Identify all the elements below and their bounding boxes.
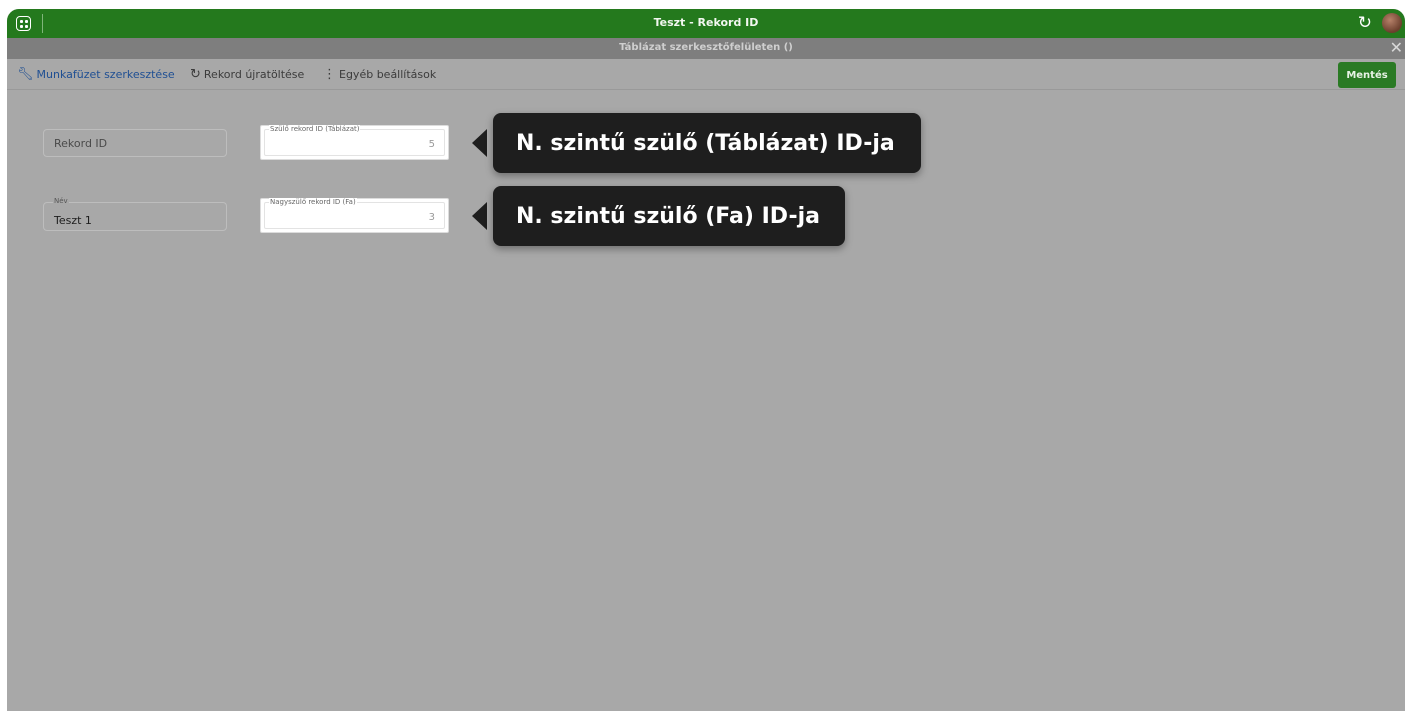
callout-arrow-parent: [472, 129, 487, 157]
edit-workbook-label: Munkafüzet szerkesztése: [36, 68, 175, 81]
avatar[interactable]: [1382, 13, 1402, 33]
close-icon[interactable]: ✕: [1390, 39, 1403, 57]
dialog-title: Táblázat szerkesztőfelületen (): [619, 42, 793, 53]
save-button[interactable]: Mentés: [1338, 62, 1396, 88]
name-field[interactable]: Név Teszt 1: [43, 197, 227, 231]
edit-workbook-button[interactable]: 🔧︎ Munkafüzet szerkesztése: [17, 68, 175, 81]
wrench-icon: 🔧︎: [17, 67, 34, 82]
reload-record-button[interactable]: ↻ Rekord újratöltése: [190, 68, 304, 81]
parent-record-id-input: [264, 129, 445, 156]
app-window: Teszt - Rekord ID ↻ Táblázat szerkesztőf…: [7, 9, 1405, 711]
parent-record-id-field[interactable]: Szülő rekord ID (Táblázat) 5: [260, 125, 449, 160]
name-field-label: Név: [53, 197, 69, 205]
record-id-field[interactable]: Rekord ID: [43, 129, 227, 157]
grandparent-record-id-field[interactable]: Nagyszülő rekord ID (Fa) 3: [260, 198, 449, 233]
more-settings-label: Egyéb beállítások: [339, 68, 437, 81]
name-field-value: Teszt 1: [54, 214, 92, 227]
reload-icon: ↻: [190, 67, 201, 82]
refresh-icon[interactable]: ↻: [1358, 14, 1372, 32]
parent-record-id-value: 5: [428, 139, 435, 150]
title-bar: Teszt - Rekord ID ↻: [7, 9, 1405, 38]
more-settings-button[interactable]: ⋮ Egyéb beállítások: [323, 68, 436, 81]
callout-parent: N. szintű szülő (Táblázat) ID-ja: [493, 113, 921, 173]
dialog-header: Táblázat szerkesztőfelületen () ✕: [7, 38, 1405, 59]
callout-grandparent: N. szintű szülő (Fa) ID-ja: [493, 186, 845, 246]
record-id-label: Rekord ID: [54, 137, 108, 150]
toolbar: 🔧︎ Munkafüzet szerkesztése ↻ Rekord újra…: [7, 59, 1405, 90]
more-vertical-icon: ⋮: [323, 67, 336, 82]
window-title: Teszt - Rekord ID: [653, 16, 759, 29]
callout-arrow-grandparent: [472, 202, 487, 230]
grandparent-record-id-label: Nagyszülő rekord ID (Fa): [269, 198, 357, 206]
grandparent-record-id-input: [264, 202, 445, 229]
grandparent-record-id-value: 3: [428, 212, 435, 223]
reload-record-label: Rekord újratöltése: [203, 68, 305, 81]
parent-record-id-label: Szülő rekord ID (Táblázat): [269, 125, 361, 133]
